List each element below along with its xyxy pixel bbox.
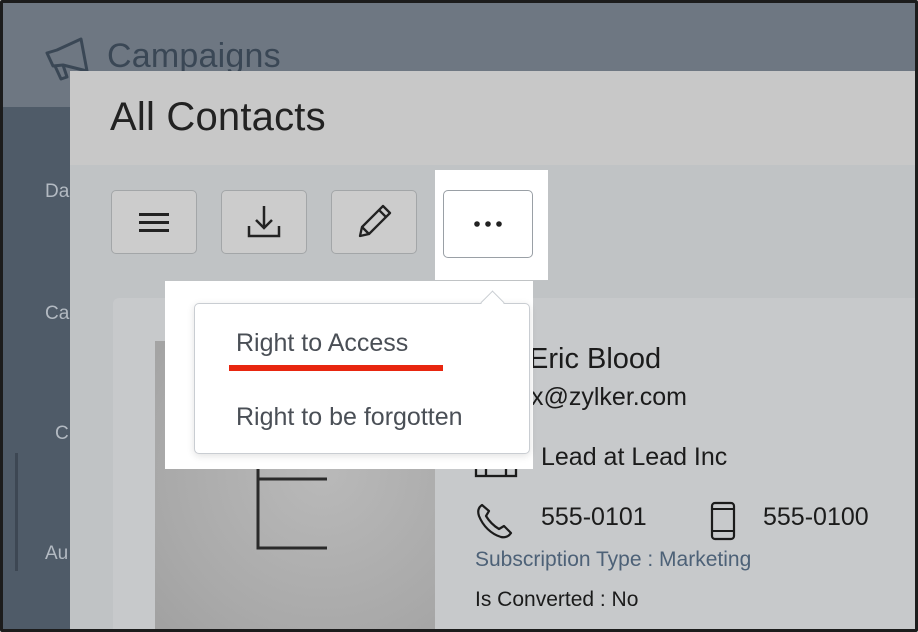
- sidebar-item-contacts[interactable]: C: [55, 423, 69, 445]
- download-icon: [247, 206, 281, 238]
- menu-icon: [139, 213, 169, 232]
- download-button[interactable]: [221, 190, 307, 254]
- more-options-button[interactable]: [443, 190, 533, 258]
- contact-company: Lead at Lead Inc: [541, 443, 728, 471]
- menu-button[interactable]: [111, 190, 197, 254]
- sidebar-item-automation[interactable]: Au: [45, 543, 68, 565]
- edit-button[interactable]: [331, 190, 417, 254]
- sidebar-active-indicator: [15, 453, 18, 571]
- screenshot-frame: Campaigns Da Ca C Au All Contacts Eric B…: [0, 0, 918, 632]
- sidebar: Da Ca C Au: [3, 107, 70, 629]
- more-options-dropdown: Right to Access Right to be forgotten: [194, 303, 530, 454]
- page-title: All Contacts: [110, 95, 326, 139]
- contact-mobile: 555-0100: [763, 503, 869, 531]
- sidebar-item-dashboard[interactable]: Da: [45, 181, 69, 203]
- phone-icon: [477, 503, 513, 539]
- sidebar-item-campaigns[interactable]: Ca: [45, 303, 69, 325]
- more-icon: [474, 221, 502, 227]
- pencil-icon: [358, 204, 392, 238]
- highlight-underline: [229, 365, 443, 371]
- contact-phone: 555-0101: [541, 503, 647, 531]
- menu-item-right-to-be-forgotten[interactable]: Right to be forgotten: [236, 403, 463, 432]
- contact-name: Eric Blood: [529, 343, 662, 375]
- subscription-type: Subscription Type : Marketing: [475, 548, 752, 571]
- is-converted: Is Converted : No: [475, 588, 639, 611]
- contact-email: x@zylker.com: [531, 383, 687, 411]
- menu-item-right-to-access[interactable]: Right to Access: [236, 329, 408, 358]
- mobile-icon: [710, 501, 736, 541]
